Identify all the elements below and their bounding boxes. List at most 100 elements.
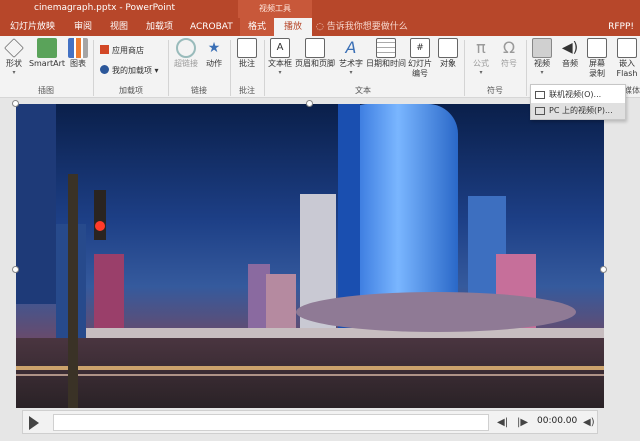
- tab-acrobat[interactable]: ACROBAT: [186, 18, 237, 36]
- group-divider: [264, 40, 265, 96]
- pc-video-label: PC 上的视频(P)...: [549, 106, 613, 115]
- group-divider: [464, 40, 465, 96]
- text-group-label: 文本: [355, 86, 371, 95]
- menu-item-pc-video[interactable]: PC 上的视频(P)...: [531, 103, 625, 119]
- playback-time: 00:00.00: [537, 416, 578, 426]
- shape-button[interactable]: 形状 ▾: [2, 38, 26, 76]
- omega-icon: Ω: [502, 38, 516, 57]
- addins-icon: [100, 65, 109, 74]
- ribbon-tab-bar: 幻灯片放映 审阅 视图 加载项 ACROBAT 格式 播放 ◌ 告诉我你想要做什…: [0, 18, 640, 36]
- embed-flash-label-2: Flash: [616, 69, 638, 78]
- comment-label: 批注: [239, 59, 255, 68]
- video-frame[interactable]: [16, 104, 604, 408]
- calendar-icon: [376, 38, 396, 58]
- lightbulb-icon: ◌: [316, 22, 327, 32]
- datetime-button[interactable]: 日期和时间: [365, 38, 407, 69]
- chevron-down-icon: ▾: [540, 69, 544, 76]
- resize-handle[interactable]: [306, 100, 313, 107]
- pi-icon: π: [476, 38, 486, 57]
- screen-recording-label-2: 录制: [589, 69, 605, 78]
- pc-video-icon: [535, 107, 545, 115]
- slide-number-button[interactable]: # 幻灯片 编号: [406, 38, 434, 79]
- screen-recording-button[interactable]: 屏幕 录制: [584, 38, 610, 79]
- title-bar: cinemagraph.pptx - PowerPoint 视频工具: [0, 0, 640, 18]
- datetime-label: 日期和时间: [366, 59, 406, 68]
- chevron-down-icon: ▾: [12, 69, 16, 76]
- wordart-button[interactable]: A 艺术字 ▾: [337, 38, 365, 76]
- embed-flash-label-1: 嵌入: [619, 59, 635, 68]
- symbols-group-label: 符号: [487, 86, 503, 95]
- comment-icon: [237, 38, 257, 58]
- equation-label: 公式: [473, 59, 489, 68]
- slide-number-label-1: 幻灯片: [408, 59, 432, 68]
- wordart-icon: A: [345, 38, 357, 57]
- online-video-icon: [535, 91, 545, 99]
- group-divider: [230, 40, 231, 96]
- textbox-button[interactable]: A 文本框 ▾: [266, 38, 294, 76]
- action-label: 动作: [206, 59, 222, 68]
- video-player-bar: ◀| |▶ 00:00.00 ◀): [22, 410, 598, 434]
- illustrations-group-label: 插图: [38, 86, 54, 95]
- group-divider: [526, 40, 527, 96]
- embed-flash-button[interactable]: 嵌入 Flash: [614, 38, 640, 79]
- group-divider: [168, 40, 169, 96]
- addins-group-label: 加载项: [119, 86, 143, 95]
- tab-format[interactable]: 格式: [240, 18, 274, 36]
- tab-view[interactable]: 视图: [106, 18, 132, 36]
- audio-button[interactable]: ◀) 音频: [558, 38, 582, 69]
- globe-link-icon: [176, 38, 196, 58]
- resize-handle[interactable]: [12, 100, 19, 107]
- seek-bar[interactable]: [53, 414, 489, 431]
- object-button[interactable]: 对象: [436, 38, 460, 69]
- menu-item-online-video[interactable]: 联机视频(O)...: [531, 87, 625, 103]
- chart-button[interactable]: 图表: [66, 38, 90, 69]
- tell-me-box[interactable]: ◌ 告诉我你想要做什么: [316, 18, 408, 36]
- wordart-label: 艺术字: [339, 59, 363, 68]
- store-icon: [100, 45, 109, 54]
- action-button[interactable]: ★ 动作: [202, 38, 226, 69]
- play-icon[interactable]: [29, 416, 39, 430]
- audio-label: 音频: [562, 59, 578, 68]
- hyperlink-label: 超链接: [174, 59, 198, 68]
- tab-review[interactable]: 审阅: [70, 18, 96, 36]
- textbox-icon: A: [270, 38, 290, 58]
- chevron-down-icon: ▾: [152, 66, 159, 75]
- video-insert-menu: 联机视频(O)... PC 上的视频(P)...: [530, 84, 626, 120]
- user-name[interactable]: RFPP!: [608, 18, 634, 36]
- tab-playback[interactable]: 播放: [274, 18, 312, 36]
- screen-recording-label-1: 屏幕: [589, 59, 605, 68]
- smartart-button[interactable]: SmartArt: [28, 38, 66, 69]
- resize-handle[interactable]: [12, 266, 19, 273]
- header-footer-button[interactable]: 页眉和页脚: [293, 38, 337, 69]
- textbox-label: 文本框: [268, 59, 292, 68]
- tell-me-text: 告诉我你想要做什么: [326, 22, 408, 32]
- slide-number-label-2: 编号: [412, 69, 428, 78]
- group-divider: [93, 40, 94, 96]
- tab-addins[interactable]: 加载项: [142, 18, 177, 36]
- online-video-label: 联机视频(O)...: [549, 90, 602, 99]
- tab-slideshow[interactable]: 幻灯片放映: [6, 18, 59, 36]
- back-icon[interactable]: ◀|: [497, 417, 508, 428]
- links-group-label: 链接: [191, 86, 207, 95]
- video-button[interactable]: 视频 ▾: [530, 38, 554, 76]
- header-footer-label: 页眉和页脚: [295, 59, 335, 68]
- shape-label: 形状: [6, 59, 22, 68]
- resize-handle[interactable]: [600, 266, 607, 273]
- my-addins-button[interactable]: 我的加载项 ▾: [100, 64, 159, 77]
- smartart-label: SmartArt: [28, 59, 66, 68]
- symbol-button[interactable]: Ω 符号: [496, 38, 522, 69]
- comments-group-label: 批注: [239, 86, 255, 95]
- store-button[interactable]: 应用商店: [100, 44, 144, 57]
- equation-button[interactable]: π 公式 ▾: [468, 38, 494, 76]
- symbol-label: 符号: [501, 59, 517, 68]
- forward-icon[interactable]: |▶: [517, 417, 528, 428]
- chevron-down-icon: ▾: [278, 69, 282, 76]
- shape-icon: [4, 38, 24, 58]
- hyperlink-button[interactable]: 超链接: [171, 38, 201, 69]
- chart-icon: [68, 38, 88, 58]
- comment-button[interactable]: 批注: [233, 38, 261, 69]
- volume-icon[interactable]: ◀): [583, 417, 595, 428]
- object-icon: [438, 38, 458, 58]
- slide-number-icon: #: [410, 38, 430, 58]
- video-label: 视频: [534, 59, 550, 68]
